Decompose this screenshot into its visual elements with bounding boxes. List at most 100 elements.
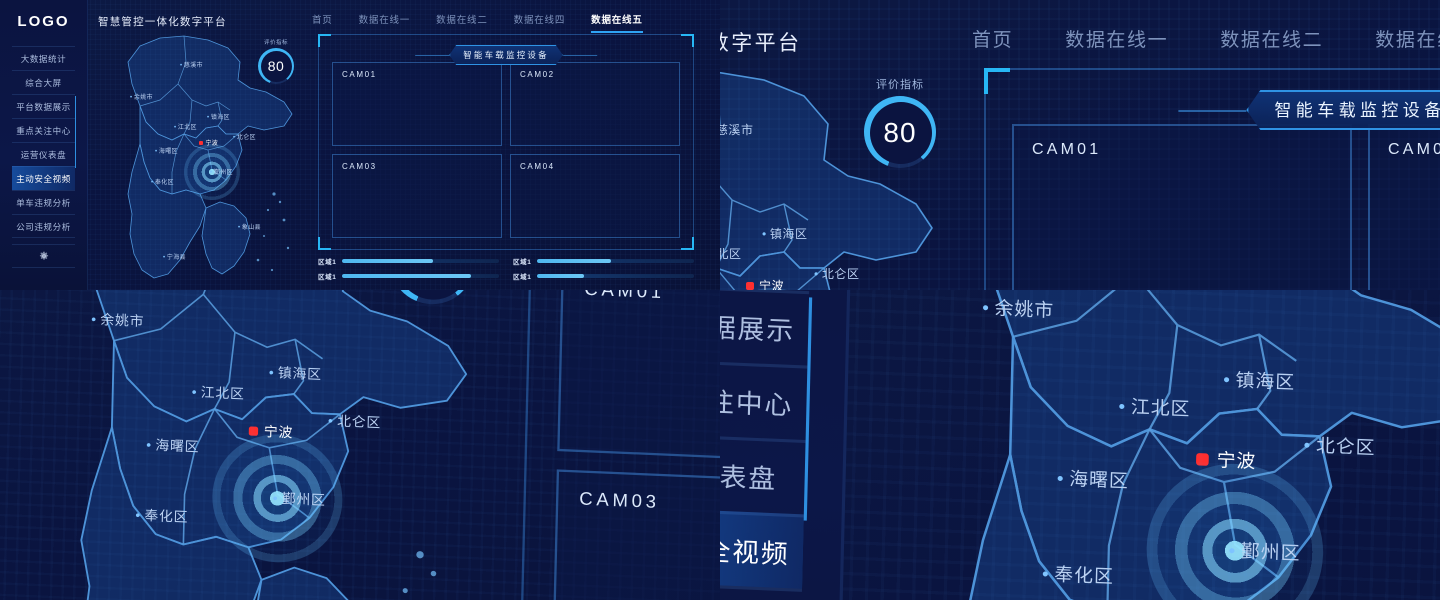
map-label-5: 北仑区 — [328, 409, 381, 432]
camera-cell-4[interactable]: CAM04 — [510, 154, 680, 238]
camera-panel-title: 智能车载监控设备 — [1246, 90, 1440, 130]
sidebar-item-3[interactable]: 平台数据展示 — [720, 290, 810, 366]
progress-track-1[interactable] — [342, 259, 499, 263]
dashboard-instance-3: LOGO 大数据统计综合大屏平台数据展示重点关注中心运营仪表盘主动安全视频单车违… — [0, 290, 720, 600]
map-label-2: 余姚市 — [982, 292, 1055, 323]
tab-1[interactable]: 首页 — [972, 24, 1013, 66]
banner-line-left — [1178, 109, 1247, 111]
camera-grid: CAM01 CAM02 CAM03 CAM04 — [332, 62, 680, 238]
camera-cell-1[interactable]: CAM01 — [332, 62, 502, 146]
progress-label-4: 区域1 — [513, 274, 532, 281]
settings-button[interactable] — [12, 244, 75, 268]
progress-label-2: 区域1 — [513, 259, 532, 266]
camera-panel-banner: 智能车载监控设备 — [415, 45, 597, 65]
tab-4[interactable]: 数据在线四 — [514, 12, 566, 33]
region-map: 慈溪市余姚市江北区镇海区北仑区海曙区宁波鄞州区奉化区象山县宁海县 — [0, 290, 532, 600]
quadrant-bottom-right: LOGO 大数据统计综合大屏平台数据展示重点关注中心运营仪表盘主动安全视频单车违… — [720, 290, 1440, 600]
sidebar: LOGO 大数据统计综合大屏平台数据展示重点关注中心运营仪表盘主动安全视频单车违… — [0, 0, 88, 290]
map-label-10: 象山县 — [238, 222, 261, 231]
gauge-ring: 80 — [258, 48, 294, 84]
sidebar-item-8[interactable]: 公司违规分析 — [12, 214, 75, 238]
sidebar-nav: 大数据统计综合大屏平台数据展示重点关注中心运营仪表盘主动安全视频单车违规分析公司… — [0, 46, 87, 238]
tab-5[interactable]: 数据在线五 — [591, 12, 643, 33]
sidebar-item-6[interactable]: 主动安全视频 — [720, 506, 804, 589]
camera-cell-2[interactable]: CAM02 — [510, 62, 680, 146]
camera-cell-3[interactable]: CAM03 — [552, 469, 720, 600]
top-tabs: 首页数据在线一数据在线二数据在线四数据在线五 — [972, 24, 1440, 66]
map-label-9: 奉化区 — [151, 177, 174, 186]
camera-panel: 智能车载监控设备 CAM01CAM02CAM03CAM04 — [984, 68, 1440, 290]
sidebar-item-7[interactable]: 单车违规分析 — [12, 190, 75, 214]
gauge-value: 80 — [883, 116, 917, 148]
map-label-3: 江北区 — [720, 244, 742, 262]
map-label-5: 北仑区 — [1303, 429, 1376, 460]
sidebar-item-6[interactable]: 主动安全视频 — [12, 166, 75, 190]
progress-track-2[interactable] — [537, 259, 694, 263]
tab-3[interactable]: 数据在线二 — [436, 12, 488, 33]
sidebar-item-2[interactable]: 综合大屏 — [12, 70, 75, 94]
progress-label-1: 区域1 — [318, 259, 337, 266]
gauge-caption: 评价指标 — [263, 40, 288, 46]
map-label-9: 奉化区 — [1042, 558, 1115, 589]
camera-cell-2[interactable]: CAM02 — [1368, 124, 1440, 290]
map-label-4: 镇海区 — [269, 361, 322, 384]
camera-cell-1[interactable]: CAM01 — [1012, 124, 1352, 290]
camera-grid: CAM01CAM02CAM03CAM04 — [552, 290, 720, 600]
camera-cell-3[interactable]: CAM03 — [332, 154, 502, 238]
progress-row-1: 区域1 — [318, 256, 499, 266]
app-logo[interactable]: LOGO — [0, 0, 87, 30]
progress-track-3[interactable] — [342, 274, 499, 278]
corner-accent-bottom-right — [681, 237, 694, 250]
sidebar-item-5[interactable]: 运营仪表盘 — [12, 142, 75, 166]
banner-line-left — [415, 54, 450, 56]
map-label-8: 鄞州区 — [273, 487, 326, 510]
evaluation-gauge: 评价指标 80 — [844, 76, 956, 168]
map-label-11: 宁海县 — [163, 252, 186, 261]
quadrant-bottom-left: LOGO 大数据统计综合大屏平台数据展示重点关注中心运营仪表盘主动安全视频单车违… — [0, 290, 720, 600]
camera-label-3: CAM03 — [579, 488, 661, 513]
camera-label-2: CAM02 — [1388, 140, 1440, 158]
map-label-2: 余姚市 — [91, 308, 144, 331]
sidebar-item-1[interactable]: 大数据统计 — [12, 46, 75, 70]
sidebar-item-4[interactable]: 重点关注中心 — [720, 357, 808, 440]
corner-accent-top-left — [318, 34, 331, 47]
camera-label-3: CAM03 — [342, 162, 377, 171]
sidebar: LOGO 大数据统计综合大屏平台数据展示重点关注中心运营仪表盘主动安全视频单车违… — [720, 290, 858, 600]
map-label-2: 余姚市 — [130, 92, 153, 101]
camera-panel-banner: 智能车载监控设备 — [1178, 90, 1440, 130]
sidebar-item-4[interactable]: 重点关注中心 — [12, 118, 75, 142]
camera-label-1: CAM01 — [342, 70, 377, 79]
tab-3[interactable]: 数据在线二 — [1220, 24, 1323, 66]
corner-accent-top-right — [681, 34, 694, 47]
tab-1[interactable]: 首页 — [312, 12, 333, 33]
progress-fill-1 — [342, 259, 434, 263]
map-label-4: 镇海区 — [207, 112, 230, 121]
camera-label-1: CAM01 — [1032, 140, 1102, 158]
corner-accent-top-left — [984, 68, 1010, 94]
map-label-5: 北仑区 — [233, 132, 256, 141]
progress-track-4[interactable] — [537, 274, 694, 278]
dashboard-instance-4: LOGO 大数据统计综合大屏平台数据展示重点关注中心运营仪表盘主动安全视频单车违… — [720, 290, 1440, 600]
tab-2[interactable]: 数据在线一 — [359, 12, 411, 33]
map-label-8: 鄞州区 — [210, 167, 233, 176]
dashboard-instance-1: LOGO 大数据统计 综合大屏 平台数据展示 重点关注中心 运营仪表盘 主动安全视频 单车违… — [0, 0, 720, 290]
map-label-3: 江北区 — [191, 381, 245, 404]
tab-4[interactable]: 数据在线四 — [1375, 24, 1440, 66]
map-label-1: 慈溪市 — [180, 60, 203, 69]
camera-label-2: CAM02 — [520, 70, 555, 79]
sidebar-item-5[interactable]: 运营仪表盘 — [720, 431, 806, 515]
map-label-7: 宁波 — [249, 420, 294, 442]
camera-panel: 智能车载监控设备 CAM01CAM02CAM03CAM04 — [519, 290, 720, 600]
gauge-ring: 80 — [864, 96, 936, 168]
camera-panel-title: 智能车载监控设备 — [449, 45, 563, 65]
map-label-9: 奉化区 — [135, 504, 188, 527]
sidebar-item-3[interactable]: 平台数据展示 — [12, 94, 75, 118]
quadrant-top-right: LOGO 大数据统计综合大屏平台数据展示重点关注中心运营仪表盘主动安全视频单车违… — [720, 0, 1440, 290]
camera-cell-1[interactable]: CAM01 — [557, 290, 720, 469]
map-label-7: 宁波 — [746, 276, 784, 290]
tab-2[interactable]: 数据在线一 — [1065, 24, 1168, 66]
map-label-6: 海曙区 — [1057, 463, 1130, 494]
sidebar-group-indicator — [75, 96, 76, 168]
region-map: 慈溪市余姚市江北区镇海区北仑区海曙区宁波鄞州区奉化区象山县宁海县 — [835, 290, 1440, 600]
map-label-4: 镇海区 — [762, 224, 808, 242]
